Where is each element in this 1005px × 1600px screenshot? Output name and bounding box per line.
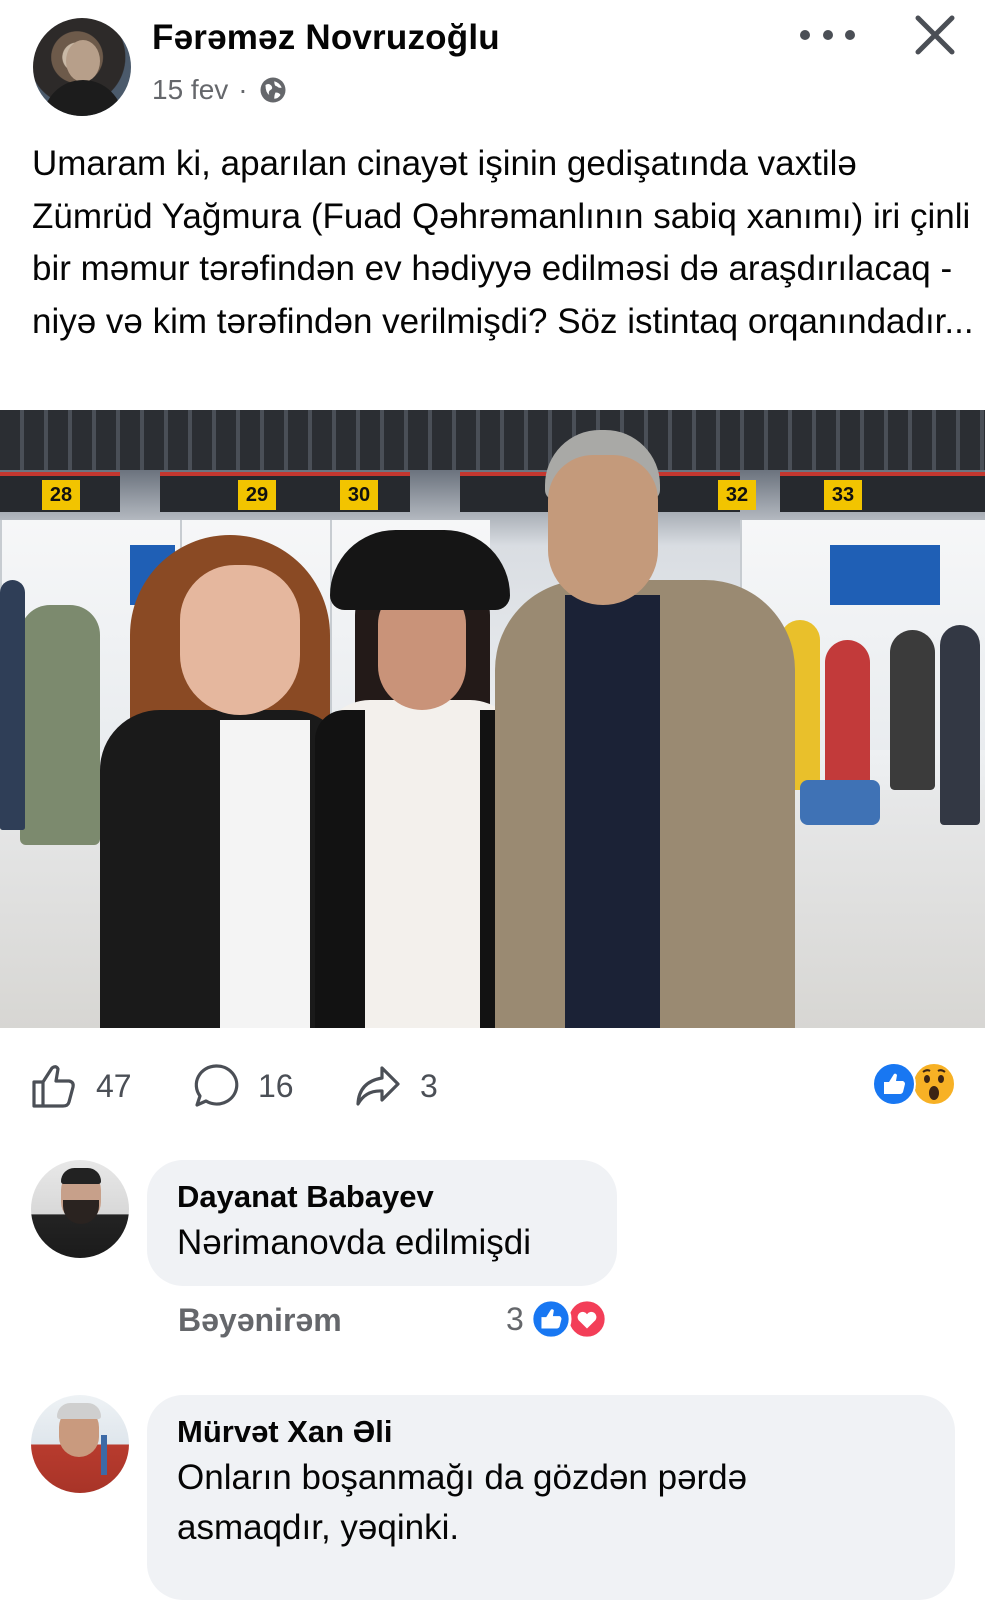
bystander <box>890 630 935 790</box>
commenter-name[interactable]: Mürvət Xan Əli <box>177 1411 925 1453</box>
counter-number: 28 <box>42 480 80 510</box>
bystander <box>0 580 25 830</box>
share-icon <box>356 1066 400 1106</box>
counter-number: 30 <box>340 480 378 510</box>
commenter-name[interactable]: Dayanat Babayev <box>177 1176 587 1218</box>
comment-bubble: Mürvət Xan Əli Onların boşanmağı da gözd… <box>147 1395 955 1600</box>
author-avatar[interactable] <box>33 18 131 116</box>
comment-like-button[interactable]: Bəyənirəm <box>178 1302 342 1339</box>
checkin-counter-sign <box>780 472 985 512</box>
comment-bubble: Dayanat Babayev Nərimanovda edilmişdi <box>147 1160 617 1286</box>
post-meta: 15 fev · <box>152 74 288 106</box>
counter-number: 33 <box>824 480 862 510</box>
like-count: 47 <box>96 1067 132 1104</box>
share-count: 3 <box>420 1067 438 1104</box>
post-header: Fərəməz Novruzoğlu 15 fev · <box>0 0 1005 120</box>
meta-separator: · <box>238 74 248 105</box>
post-photo[interactable]: 28 29 30 32 33 <box>0 410 985 1028</box>
like-icon <box>872 1062 916 1106</box>
photo-ceiling <box>0 410 985 470</box>
comment-reaction-count: 3 <box>506 1300 524 1337</box>
author-name[interactable]: Fərəməz Novruzoğlu <box>152 18 500 58</box>
comment-text: Nərimanovda edilmişdi <box>177 1223 532 1262</box>
counter-number: 32 <box>718 480 756 510</box>
bystander <box>20 605 100 845</box>
globe-icon <box>260 77 286 103</box>
luggage <box>800 780 880 825</box>
close-icon[interactable] <box>910 10 960 60</box>
commenter-avatar[interactable] <box>31 1160 129 1258</box>
love-icon <box>566 1298 608 1340</box>
more-options-icon[interactable] <box>800 20 855 50</box>
bystander <box>825 640 870 800</box>
comment-text-line: asmaqdır, yəqinki. <box>177 1508 460 1547</box>
thumbs-up-icon <box>32 1065 75 1108</box>
commenter-avatar[interactable] <box>31 1395 129 1493</box>
like-icon <box>530 1298 572 1340</box>
post-action-bar: 47 16 3 <box>0 1050 1005 1120</box>
like-button[interactable]: 47 <box>28 1060 132 1112</box>
comment-icon <box>194 1064 239 1107</box>
counter-screen <box>830 545 940 605</box>
post-reactions[interactable] <box>872 1062 962 1106</box>
comment-count: 16 <box>258 1067 294 1104</box>
bystander <box>940 625 980 825</box>
wow-icon <box>912 1062 956 1106</box>
comment-button[interactable]: 16 <box>190 1060 294 1112</box>
post-date[interactable]: 15 fev <box>152 74 228 106</box>
counter-number: 29 <box>238 480 276 510</box>
post-text: Umaram ki, aparılan cinayət işinin gediş… <box>32 144 974 341</box>
comment-text-line: Onların boşanmağı da gözdən pərdə <box>177 1458 748 1497</box>
comment-reactions[interactable]: 3 <box>506 1298 608 1340</box>
share-button[interactable]: 3 <box>352 1060 438 1112</box>
